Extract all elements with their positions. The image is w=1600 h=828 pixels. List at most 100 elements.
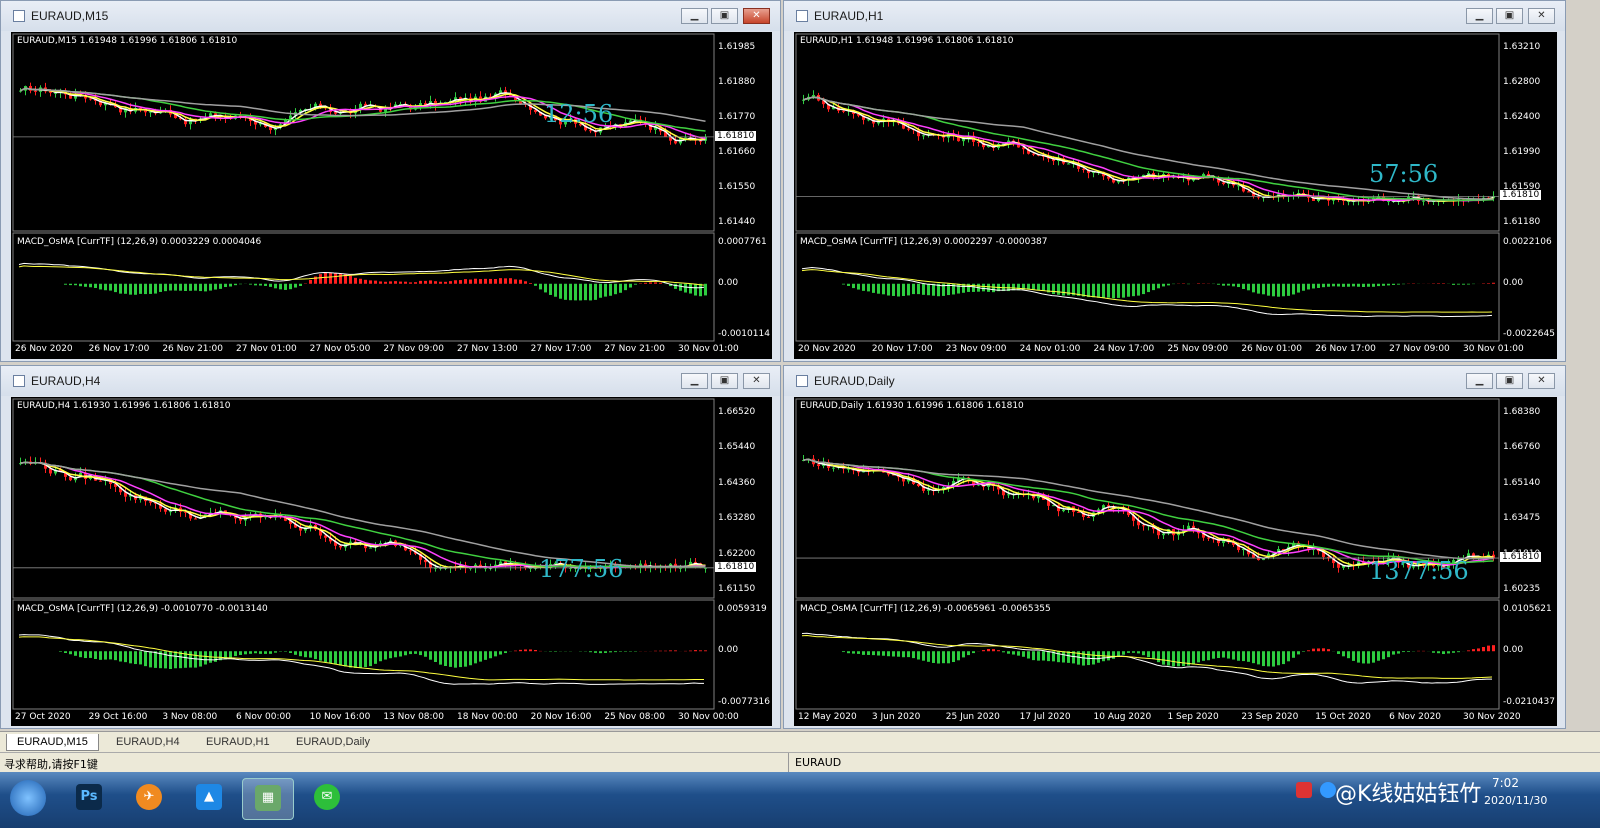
taskbar-wechat[interactable]: ✉: [302, 778, 352, 818]
close-button[interactable]: ✕: [743, 8, 770, 24]
minimize-button[interactable]: ▁: [1466, 8, 1493, 24]
macd-histogram-bar: [439, 281, 442, 284]
candle-body: [1162, 533, 1165, 536]
close-button[interactable]: ✕: [743, 373, 770, 389]
macd-histogram-bar: [1382, 651, 1385, 660]
taskbar-app-blue[interactable]: ▲: [184, 778, 234, 818]
macd-histogram-bar: [1037, 283, 1040, 291]
current-price-tag: 1.61810: [715, 561, 757, 572]
clock-date[interactable]: 2020/11/30: [1484, 794, 1547, 807]
price-chart-svg: [12, 33, 715, 342]
time-tick: 18 Nov 00:00: [457, 712, 518, 722]
chart-area[interactable]: EURAUD,H1 1.61948 1.61996 1.61806 1.6181…: [794, 32, 1557, 359]
tab-euraud-h1[interactable]: EURAUD,H1: [196, 734, 280, 750]
macd-histogram-bar: [519, 649, 522, 652]
macd-histogram-bar: [962, 651, 965, 658]
maximize-button[interactable]: ▣: [711, 373, 738, 389]
macd-histogram-bar: [1287, 283, 1290, 296]
macd-histogram-bar: [1342, 651, 1345, 657]
macd-histogram-bar: [1157, 651, 1160, 663]
macd-histogram-bar: [659, 650, 662, 652]
macd-histogram-bar: [1052, 283, 1055, 295]
price-tick: 1.66760: [1503, 442, 1541, 453]
macd-histogram-bar: [134, 651, 137, 665]
start-button[interactable]: [6, 778, 50, 818]
chart-area[interactable]: EURAUD,H4 1.61930 1.61996 1.61806 1.6181…: [11, 397, 772, 726]
minimize-button[interactable]: ▁: [681, 373, 708, 389]
window-titlebar[interactable]: EURAUD,M15 ▁ ▣ ✕: [1, 1, 780, 31]
chart-area[interactable]: EURAUD,Daily 1.61930 1.61996 1.61806 1.6…: [794, 397, 1557, 726]
chart-area[interactable]: EURAUD,M15 1.61948 1.61996 1.61806 1.618…: [11, 32, 772, 359]
macd-histogram-bar: [224, 283, 227, 288]
macd-histogram-bar: [674, 650, 677, 652]
macd-tick: 0.00: [718, 645, 739, 656]
macd-histogram-bar: [987, 283, 990, 292]
macd-histogram-bar: [229, 651, 232, 658]
macd-histogram-bar: [1292, 283, 1295, 295]
candle-body: [589, 130, 592, 132]
macd-histogram-bar: [1172, 651, 1175, 667]
macd-histogram-bar: [1392, 651, 1395, 655]
macd-histogram-bar: [1457, 651, 1460, 653]
macd-histogram-bar: [1352, 651, 1355, 661]
tab-euraud-m15[interactable]: EURAUD,M15: [6, 734, 99, 751]
macd-histogram-bar: [847, 283, 850, 286]
macd-histogram-bar: [674, 283, 677, 289]
chart-window-3[interactable]: EURAUD,Daily ▁ ▣ ✕ EURAUD,Daily 1.61930 …: [783, 365, 1566, 729]
current-price-tag: 1.61810: [1500, 190, 1542, 201]
macd-tick: -0.0077316: [718, 697, 770, 707]
macd-histogram-bar: [1062, 651, 1065, 663]
chart-window-2[interactable]: EURAUD,H4 ▁ ▣ ✕ EURAUD,H4 1.61930 1.6199…: [0, 365, 781, 729]
macd-histogram-bar: [474, 651, 477, 664]
macd-histogram-bar: [1282, 283, 1285, 297]
macd-histogram-bar: [1242, 283, 1245, 290]
time-tick: 25 Nov 08:00: [604, 712, 666, 722]
price-tick: 1.64360: [718, 477, 756, 488]
macd-histogram-bar: [524, 281, 527, 284]
macd-histogram-bar: [254, 651, 257, 654]
macd-histogram-bar: [534, 283, 537, 286]
macd-histogram-bar: [559, 283, 562, 299]
wechat-icon: ✉: [314, 784, 340, 810]
time-tick: 26 Nov 2020: [15, 344, 73, 354]
candle-body: [1087, 516, 1090, 518]
macd-histogram-bar: [459, 651, 462, 668]
macd-histogram-bar: [269, 283, 272, 287]
minimize-button[interactable]: ▁: [681, 8, 708, 24]
macd-histogram-bar: [1237, 651, 1240, 661]
taskbar-photoshop[interactable]: Ps: [64, 778, 114, 818]
macd-histogram-bar: [1222, 651, 1225, 658]
close-button[interactable]: ✕: [1528, 8, 1555, 24]
current-price-tag: 1.61810: [715, 130, 757, 141]
maximize-button[interactable]: ▣: [1496, 8, 1523, 24]
macd-histogram-bar: [992, 649, 995, 652]
candle-body: [1207, 537, 1210, 539]
maximize-button[interactable]: ▣: [711, 8, 738, 24]
time-tick: 26 Nov 21:00: [162, 344, 224, 354]
chart-window-0[interactable]: EURAUD,M15 ▁ ▣ ✕ EURAUD,M15 1.61948 1.61…: [0, 0, 781, 362]
close-button[interactable]: ✕: [1528, 373, 1555, 389]
macd-histogram-bar: [699, 283, 702, 297]
taskbar-app-orange[interactable]: ✈: [124, 778, 174, 818]
window-titlebar[interactable]: EURAUD,Daily ▁ ▣ ✕: [784, 366, 1565, 396]
macd-histogram-bar: [857, 651, 860, 654]
clock-time[interactable]: 7:02: [1492, 776, 1519, 790]
macd-histogram-bar: [489, 278, 492, 284]
help-icon[interactable]: [1320, 782, 1336, 798]
time-tick: 27 Nov 01:00: [236, 344, 297, 354]
macd-histogram-bar: [74, 283, 77, 286]
tab-euraud-daily[interactable]: EURAUD,Daily: [286, 734, 380, 750]
macd-histogram-bar: [1082, 283, 1085, 297]
minimize-button[interactable]: ▁: [1466, 373, 1493, 389]
maximize-button[interactable]: ▣: [1496, 373, 1523, 389]
macd-histogram-bar: [1167, 283, 1170, 286]
time-tick: 30 Nov 01:00: [678, 344, 739, 354]
sogou-icon[interactable]: [1296, 782, 1312, 798]
window-titlebar[interactable]: EURAUD,H4 ▁ ▣ ✕: [1, 366, 780, 396]
window-titlebar[interactable]: EURAUD,H1 ▁ ▣ ✕: [784, 1, 1565, 31]
tab-euraud-h4[interactable]: EURAUD,H4: [106, 734, 190, 750]
time-tick: 20 Nov 2020: [798, 344, 856, 354]
macd-histogram-bar: [204, 651, 207, 665]
chart-window-1[interactable]: EURAUD,H1 ▁ ▣ ✕ EURAUD,H1 1.61948 1.6199…: [783, 0, 1566, 362]
taskbar-metatrader[interactable]: ▦: [242, 778, 294, 820]
